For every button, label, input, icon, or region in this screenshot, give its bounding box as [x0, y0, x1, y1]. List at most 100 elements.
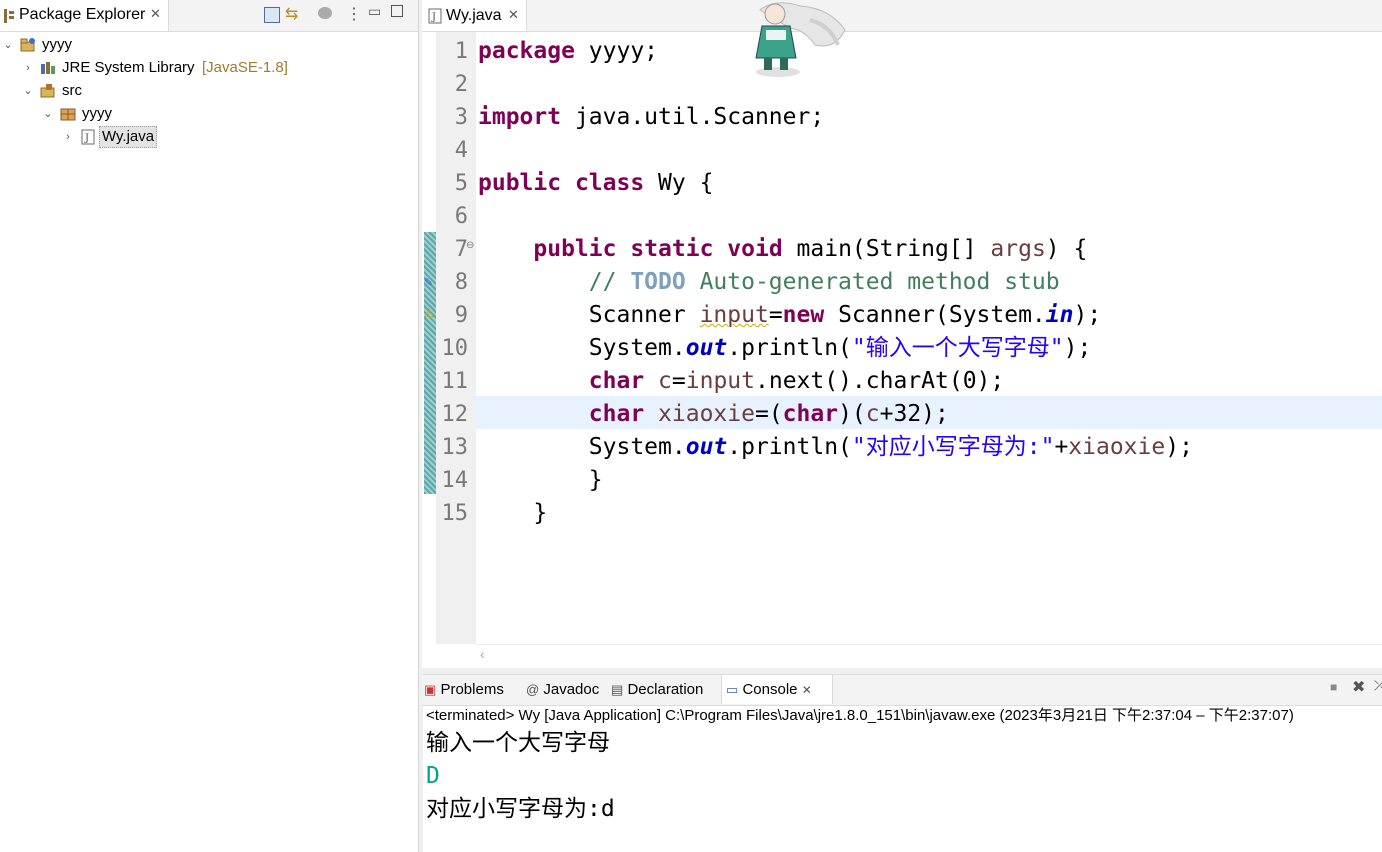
close-icon[interactable]: ✕ — [508, 7, 519, 23]
keyword: static — [630, 236, 714, 262]
project-label: yyyy — [42, 36, 72, 53]
comment: Auto-generated method stub — [685, 269, 1060, 295]
keyword: public — [478, 170, 562, 196]
code-text: Scanner(System. — [824, 302, 1046, 328]
link-with-editor-icon[interactable]: ⇆ — [285, 4, 298, 24]
variable: input — [685, 368, 755, 394]
svg-text:J: J — [431, 12, 436, 23]
variable: c — [865, 401, 880, 427]
console-status-line: <terminated> Wy [Java Application] C:\Pr… — [426, 707, 1294, 724]
code-text: Wy { — [644, 170, 714, 196]
chevron-down-icon[interactable]: ⌄ — [42, 103, 54, 125]
code-line-11[interactable]: char c=input.next().charAt(0); — [478, 365, 1004, 398]
tab-problems[interactable]: ▣ Problems — [424, 675, 504, 704]
warning-marker-icon[interactable]: ⚠ — [424, 307, 434, 320]
task-marker-icon[interactable]: ✎ — [424, 276, 433, 289]
code-text: .next().charAt(0); — [755, 368, 1005, 394]
code-line-8[interactable]: // TODO Auto-generated method stub — [478, 266, 1060, 299]
tab-declaration[interactable]: ▤ Declaration — [611, 675, 703, 704]
remove-launch-icon[interactable]: ✖ — [1352, 677, 1365, 697]
console-icon: ▭ — [726, 682, 739, 697]
tab-label: Wy.java — [446, 7, 502, 24]
code-line-10[interactable]: System.out.println("输入一个大写字母"); — [478, 332, 1092, 365]
tab-console[interactable]: ▭ Console ✕ — [721, 675, 833, 704]
editor-tabbar — [422, 0, 1382, 32]
keyword: import — [478, 104, 562, 130]
tab-label: Javadoc — [543, 681, 600, 698]
declaration-icon: ▤ — [611, 682, 624, 697]
code-line-12[interactable]: char xiaoxie=(char)(c+32); — [478, 398, 949, 431]
code-text: java.util.Scanner; — [561, 104, 825, 130]
tab-label: Problems — [440, 681, 504, 698]
keyword: public — [533, 236, 617, 262]
terminate-icon[interactable]: ■ — [1330, 680, 1337, 694]
code-line-5[interactable]: public class Wy { — [478, 167, 713, 200]
code-text: .println( — [727, 434, 852, 460]
string-literal: "输入一个大写字母" — [851, 335, 1064, 361]
collapse-all-icon[interactable] — [264, 7, 280, 23]
variable: args — [990, 236, 1046, 262]
package-label: yyyy — [82, 105, 112, 122]
line-number: 8 — [454, 270, 468, 295]
code-line-14[interactable]: } — [478, 464, 603, 497]
chevron-right-icon[interactable]: › — [22, 57, 34, 79]
line-number: 6 — [454, 204, 468, 229]
quick-diff-bar — [424, 232, 436, 494]
maximize-icon[interactable] — [391, 5, 403, 17]
comment: // — [588, 269, 631, 295]
src-label: src — [62, 82, 82, 99]
horizontal-scrollbar[interactable]: ‹ — [476, 644, 1382, 667]
chevron-right-icon[interactable]: › — [62, 126, 74, 148]
code-text: .println( — [727, 335, 852, 361]
code-line-7[interactable]: public static void main(String[] args) { — [478, 233, 1087, 266]
chevron-down-icon[interactable]: ⌄ — [22, 80, 34, 102]
keyword: new — [782, 302, 825, 328]
close-icon[interactable]: ✕ — [802, 683, 812, 697]
variable: xiaoxie — [1068, 434, 1166, 460]
code-text: Scanner — [588, 302, 700, 328]
line-number: 9 — [454, 303, 468, 328]
code-text: )( — [838, 401, 866, 427]
code-text: +32); — [879, 401, 949, 427]
static-field: in — [1045, 302, 1074, 328]
scroll-left-icon[interactable]: ‹ — [480, 646, 485, 662]
javadoc-icon: @ — [526, 682, 540, 697]
code-line-1[interactable]: package yyyy; — [478, 35, 658, 68]
line-number: 7 — [454, 237, 468, 262]
focus-on-task-icon[interactable] — [318, 7, 332, 19]
tab-package-explorer[interactable]: Package Explorer ✕ — [0, 0, 169, 31]
code-line-15[interactable]: } — [478, 497, 547, 530]
tab-javadoc[interactable]: @ Javadoc — [526, 675, 599, 704]
java-file-icon: J — [81, 129, 95, 145]
code-text: yyyy; — [574, 38, 659, 64]
chevron-down-icon[interactable]: ⌄ — [2, 34, 14, 56]
string-literal: "对应小写字母为:" — [851, 434, 1055, 460]
view-menu-icon[interactable]: ⋮ — [346, 4, 362, 24]
code-line-13[interactable]: System.out.println("对应小写字母为:"+xiaoxie); — [478, 431, 1193, 464]
close-icon[interactable]: ✕ — [150, 6, 161, 22]
static-field: out — [685, 335, 728, 361]
code-text: = — [671, 368, 686, 394]
code-line-9[interactable]: Scanner input=new Scanner(System.in); — [478, 299, 1101, 332]
todo-tag: TODO — [630, 269, 686, 295]
code-text: main(String[] — [782, 236, 991, 262]
jre-label: JRE System Library — [62, 59, 195, 76]
console-output-line: 输入一个大写字母 — [426, 730, 610, 756]
package-explorer-icon — [4, 9, 14, 23]
code-line-3[interactable]: import java.util.Scanner; — [478, 101, 824, 134]
remove-all-icon[interactable]: ⤫ — [1374, 677, 1382, 694]
keyword: char — [588, 401, 645, 427]
code-text: ); — [1063, 335, 1092, 361]
line-number: 5 — [454, 171, 468, 196]
tab-wy-java[interactable]: J Wy.java ✕ — [422, 0, 527, 31]
minimize-icon[interactable]: ▭ — [368, 3, 381, 20]
keyword: char — [588, 368, 645, 394]
